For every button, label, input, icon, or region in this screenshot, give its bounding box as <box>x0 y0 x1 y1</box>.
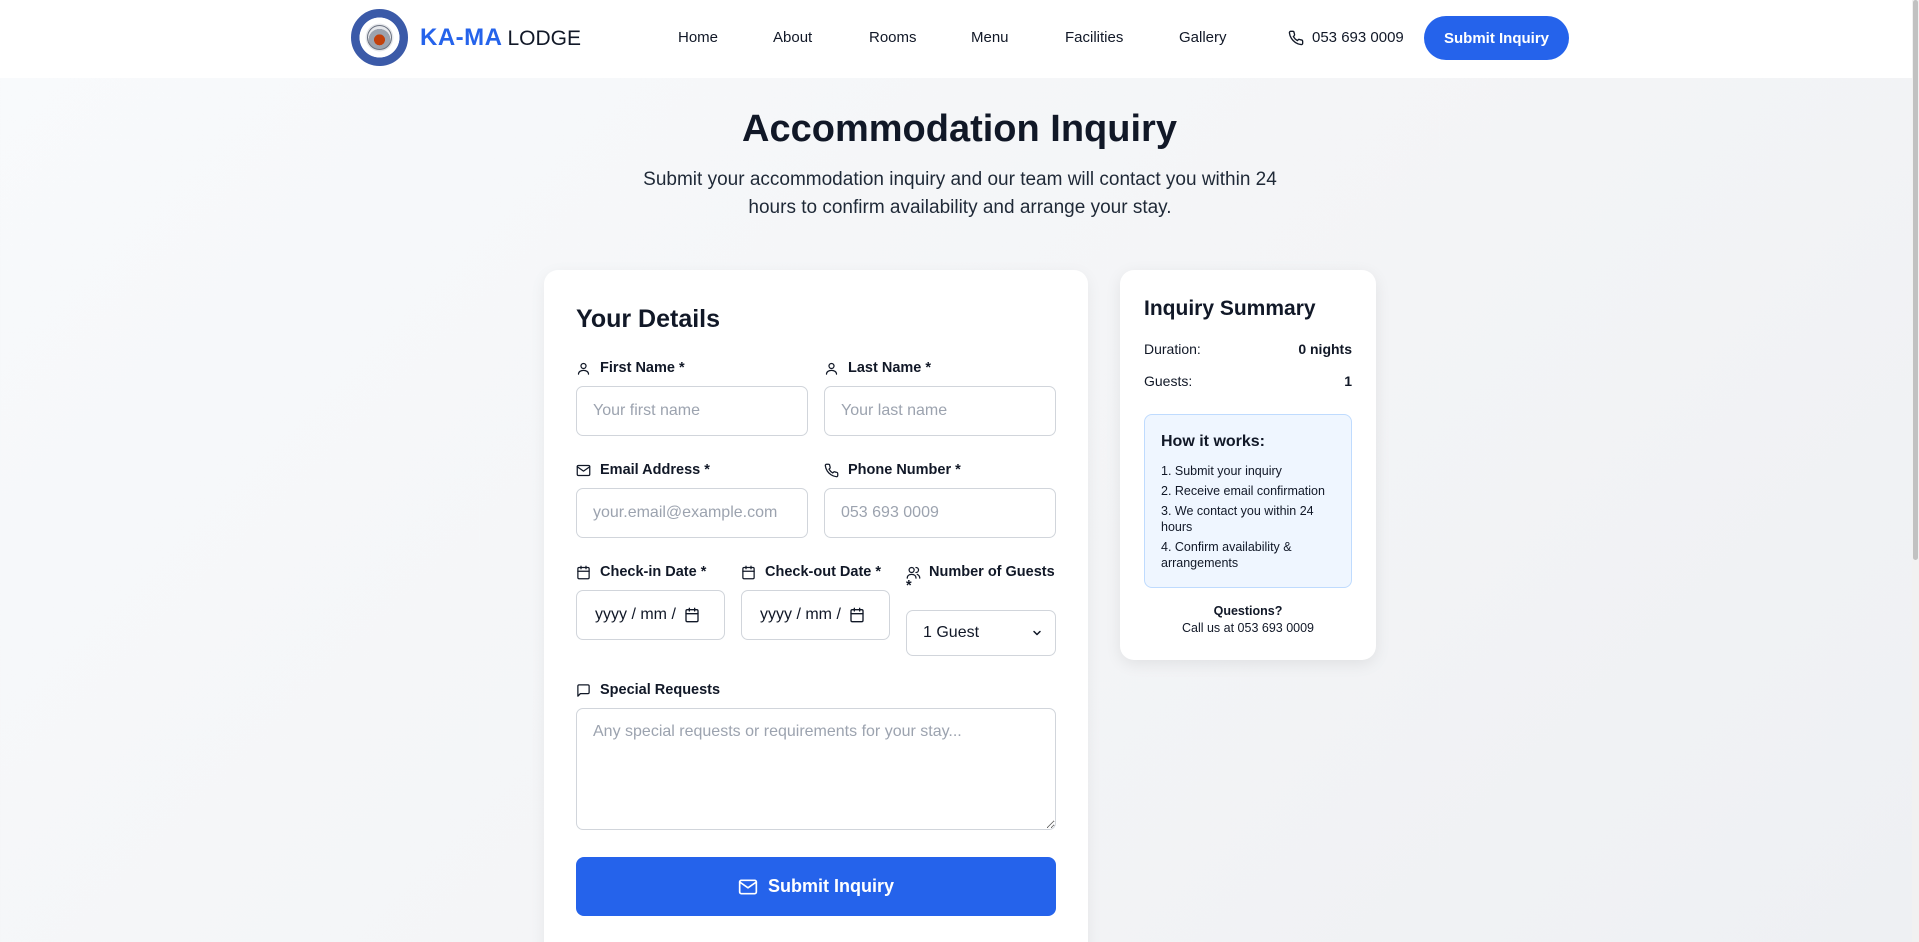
guests-summary-value: 1 <box>1344 373 1352 389</box>
guests-select-value: 1 Guest <box>923 624 980 641</box>
header-phone-number: 053 693 0009 <box>1312 29 1404 46</box>
nav-facilities[interactable]: Facilities <box>1065 29 1123 46</box>
brand-name: KA-MA LODGE <box>420 24 581 52</box>
checkin-date-input[interactable]: yyyy / mm / <box>576 590 725 640</box>
last-name-input[interactable] <box>824 386 1056 436</box>
scrollbar-thumb[interactable] <box>1913 0 1918 560</box>
how-step: 1. Submit your inquiry <box>1161 464 1282 478</box>
page-subtitle: Submit your accommodation inquiry and ou… <box>643 169 1277 218</box>
details-form-card: Your Details First Name * Last Name * Em… <box>544 270 1088 942</box>
submit-inquiry-label: Submit Inquiry <box>768 876 894 896</box>
checkout-date-input[interactable]: yyyy / mm / <box>741 590 890 640</box>
nav-rooms[interactable]: Rooms <box>869 29 917 46</box>
header-submit-inquiry-button[interactable]: Submit Inquiry <box>1424 16 1569 60</box>
brand-primary: KA-MA <box>420 23 503 51</box>
inquiry-summary-card: Inquiry Summary Duration: 0 nights Guest… <box>1120 270 1376 660</box>
nav-home[interactable]: Home <box>678 29 718 46</box>
form-title: Your Details <box>576 305 721 333</box>
user-icon <box>825 362 838 375</box>
questions-text: Call us at 053 693 0009 <box>1181 621 1315 635</box>
brand-secondary: LODGE <box>507 26 582 50</box>
how-it-works-box: How it works: 1. Submit your inquiry 2. … <box>1144 414 1352 588</box>
email-label: Email Address * <box>576 462 710 478</box>
guests-summary-label: Guests: <box>1144 373 1193 389</box>
summary-title: Inquiry Summary <box>1144 297 1316 320</box>
email-input[interactable] <box>576 488 808 538</box>
logo[interactable]: KA-MA LODGE <box>351 9 581 66</box>
chevron-down-icon <box>1033 630 1041 636</box>
calendar-icon <box>742 565 755 579</box>
guests-label: Number of Guests * <box>906 564 1055 594</box>
special-requests-textarea[interactable] <box>576 708 1056 830</box>
summary-guests-row: Guests: 1 <box>1144 373 1352 389</box>
phone-label: Phone Number * <box>824 462 961 478</box>
last-name-label: Last Name * <box>824 360 931 376</box>
phone-icon <box>824 463 839 477</box>
nav-gallery[interactable]: Gallery <box>1179 29 1227 46</box>
checkin-label: Check-in Date * <box>576 564 706 580</box>
user-icon <box>577 362 590 375</box>
header-phone[interactable]: 053 693 0009 <box>1288 29 1404 46</box>
calendar-picker-icon[interactable] <box>849 607 865 623</box>
page-title: Accommodation Inquiry <box>742 108 1177 150</box>
nav-menu[interactable]: Menu <box>971 29 1009 46</box>
phone-icon <box>1288 30 1304 45</box>
requests-label: Special Requests <box>576 682 720 698</box>
guests-select[interactable]: 1 Guest <box>906 610 1056 656</box>
mail-icon <box>576 464 591 476</box>
lodge-seal-icon <box>351 9 408 66</box>
how-step: 3. We contact you within 24 hours <box>1161 504 1314 534</box>
calendar-icon <box>577 565 590 579</box>
how-step: 2. Receive email confirmation <box>1161 484 1325 498</box>
duration-value: 0 nights <box>1298 341 1352 357</box>
mail-icon <box>738 879 758 894</box>
first-name-label: First Name * <box>576 360 685 376</box>
calendar-picker-icon[interactable] <box>684 607 700 623</box>
nav-about[interactable]: About <box>773 29 812 46</box>
first-name-input[interactable] <box>576 386 808 436</box>
checkout-date-placeholder: yyyy / mm / <box>760 606 841 623</box>
summary-duration-row: Duration: 0 nights <box>1144 341 1352 357</box>
phone-input[interactable] <box>824 488 1056 538</box>
checkin-date-placeholder: yyyy / mm / <box>595 606 676 623</box>
submit-inquiry-button[interactable]: Submit Inquiry <box>576 857 1056 916</box>
how-step: 4. Confirm availability & arrangements <box>1161 540 1292 570</box>
duration-label: Duration: <box>1144 341 1201 357</box>
questions-title: Questions? <box>1213 604 1283 618</box>
message-icon <box>577 683 590 697</box>
site-header: KA-MA LODGE Home About Rooms Menu Facili… <box>0 0 1912 78</box>
how-it-works-title: How it works: <box>1161 433 1266 450</box>
checkout-label: Check-out Date * <box>741 564 881 580</box>
